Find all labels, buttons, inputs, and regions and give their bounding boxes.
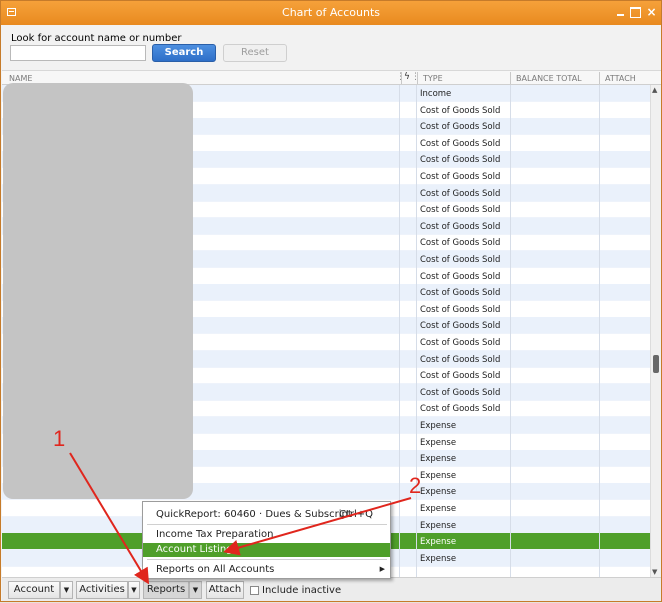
annotation-step-2: 2: [409, 473, 422, 498]
chart-of-accounts-window: Chart of Accounts × Look for account nam…: [0, 0, 662, 602]
arrow-to-reports-button: [69, 452, 150, 585]
annotation-step-1: 1: [53, 426, 66, 451]
arrow-to-account-listing: [223, 497, 412, 556]
annotation-arrows: [69, 452, 412, 585]
